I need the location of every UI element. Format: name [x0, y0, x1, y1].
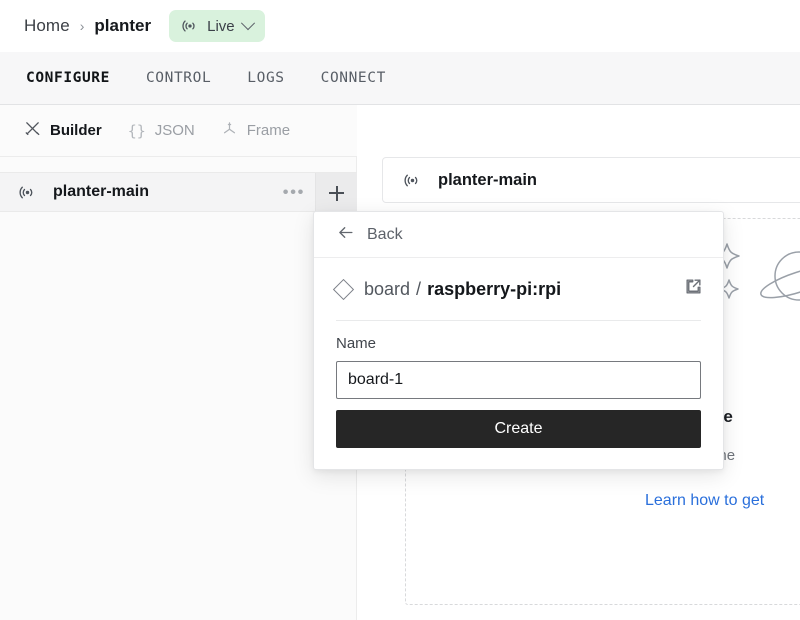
breadcrumb-current[interactable]: planter	[94, 16, 151, 36]
tools-icon	[24, 120, 41, 141]
resource-card-planter-main[interactable]: planter-main	[382, 157, 800, 203]
radio-signal-icon	[18, 183, 37, 202]
more-options-icon[interactable]: •••	[283, 184, 305, 201]
arrow-left-icon	[336, 223, 355, 247]
breadcrumb-home[interactable]: Home	[24, 16, 70, 36]
app-root: Home › planter Live CONFIGURE CONTROL LO…	[0, 0, 800, 620]
popover-form: Name Create	[314, 321, 723, 448]
tab-connect[interactable]: CONNECT	[321, 70, 386, 86]
tab-frame-label: Frame	[246, 122, 291, 139]
sidebar: planter-main •••	[0, 157, 357, 620]
braces-icon: {}	[127, 121, 146, 140]
tab-json-label: JSON	[154, 122, 195, 139]
tab-builder[interactable]: Builder	[24, 120, 102, 141]
secondary-tabs: Builder {} JSON Frame	[0, 105, 357, 157]
tab-control[interactable]: CONTROL	[146, 70, 211, 86]
resource-card-title: planter-main	[438, 170, 538, 189]
tab-builder-label: Builder	[50, 122, 102, 139]
tab-logs[interactable]: LOGS	[247, 70, 284, 86]
tab-json[interactable]: {} JSON	[128, 122, 195, 140]
name-field-label: Name	[336, 335, 377, 352]
live-status-label: Live	[207, 17, 235, 35]
external-link-icon[interactable]	[684, 277, 703, 301]
chevron-down-icon[interactable]	[240, 16, 255, 31]
popover-namespace: board	[364, 278, 411, 299]
radio-signal-icon	[403, 171, 422, 190]
popover-header: board / raspberry-pi:rpi	[314, 258, 723, 320]
subtabs-right-filler	[357, 105, 800, 157]
add-component-popover: Back board / raspberry-pi:rpi Name Creat…	[313, 211, 724, 470]
diamond-icon	[332, 278, 355, 300]
sidebar-item-planter-main[interactable]: planter-main •••	[0, 172, 357, 213]
name-input[interactable]	[336, 361, 701, 399]
frame-axes-icon	[221, 120, 238, 141]
empty-state-link[interactable]: Learn how to get	[645, 492, 764, 510]
breadcrumb-bar: Home › planter Live	[0, 0, 800, 52]
live-status-badge[interactable]: Live	[169, 10, 265, 42]
popover-back-label: Back	[367, 225, 403, 243]
tab-configure[interactable]: CONFIGURE	[26, 70, 110, 86]
breadcrumb-separator: ›	[79, 18, 85, 34]
primary-nav-tabs: CONFIGURE CONTROL LOGS CONNECT	[0, 52, 800, 105]
popover-model-name: raspberry-pi:rpi	[427, 278, 562, 299]
tab-frame[interactable]: Frame	[221, 120, 290, 141]
create-button[interactable]: Create	[336, 410, 701, 448]
popover-slash: /	[416, 278, 422, 299]
sidebar-item-label: planter-main	[53, 183, 150, 200]
popover-back-button[interactable]: Back	[314, 212, 723, 258]
radio-signal-icon	[181, 17, 199, 35]
plus-icon	[329, 185, 344, 201]
add-component-button[interactable]	[315, 173, 357, 213]
